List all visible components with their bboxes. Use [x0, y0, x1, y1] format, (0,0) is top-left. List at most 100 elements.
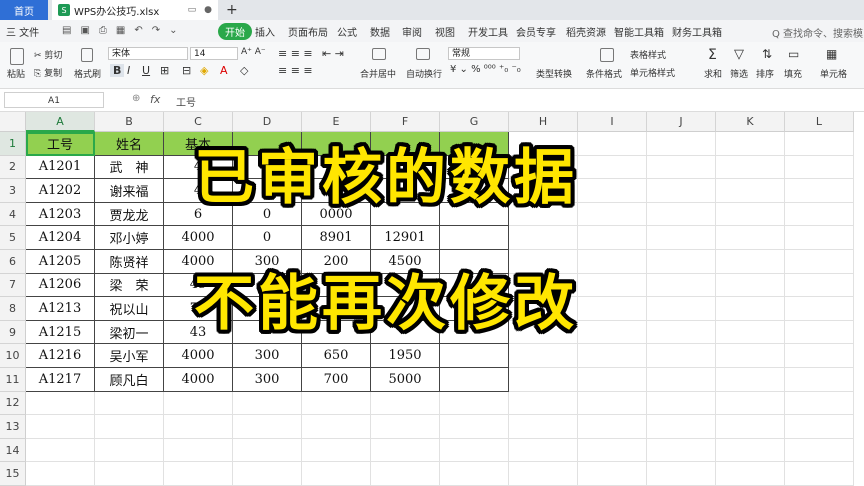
- ribbon-tab[interactable]: 开发工具: [468, 24, 508, 39]
- table-cell[interactable]: [578, 320, 647, 345]
- column-header-b[interactable]: B: [95, 112, 164, 132]
- row-header[interactable]: 5: [0, 226, 26, 250]
- formula-content[interactable]: 工号: [176, 94, 196, 109]
- table-cell[interactable]: [509, 438, 578, 463]
- table-cell[interactable]: 8901: [302, 226, 371, 250]
- table-cell[interactable]: [647, 226, 716, 250]
- table-cell[interactable]: 祝以山: [95, 297, 164, 321]
- table-cell[interactable]: 梁 荣: [95, 273, 164, 298]
- table-cell[interactable]: [26, 391, 95, 416]
- sum-icon[interactable]: Σ: [708, 47, 717, 63]
- table-cell[interactable]: [302, 438, 371, 463]
- table-cell[interactable]: [647, 132, 716, 156]
- table-cell[interactable]: [440, 415, 509, 439]
- table-cell[interactable]: [578, 391, 647, 416]
- table-cell[interactable]: [26, 438, 95, 463]
- table-cell[interactable]: [716, 250, 785, 274]
- table-cell[interactable]: [785, 462, 854, 486]
- table-cell[interactable]: [95, 391, 164, 416]
- table-cell[interactable]: [26, 415, 95, 439]
- table-cell[interactable]: [371, 438, 440, 463]
- chevron-down-icon[interactable]: ⌄: [169, 25, 177, 36]
- table-cell[interactable]: A1213: [26, 297, 95, 321]
- new-tab-button[interactable]: +: [226, 2, 238, 18]
- filter-icon[interactable]: ▽: [734, 47, 744, 62]
- table-cell[interactable]: [302, 415, 371, 439]
- table-cell[interactable]: [647, 415, 716, 439]
- font-grow-icon[interactable]: A⁺ A⁻: [241, 47, 266, 57]
- column-header-k[interactable]: K: [716, 112, 785, 132]
- table-cell[interactable]: A1206: [26, 273, 95, 298]
- table-cell[interactable]: [440, 438, 509, 463]
- table-cell[interactable]: [785, 415, 854, 439]
- row-header[interactable]: 15: [0, 462, 26, 486]
- table-cell[interactable]: 300: [233, 344, 302, 368]
- filter-button[interactable]: 筛选: [730, 67, 748, 80]
- number-format-select[interactable]: 常规: [448, 47, 520, 60]
- table-cell[interactable]: [647, 320, 716, 345]
- ribbon-tab[interactable]: 插入: [255, 24, 275, 39]
- table-cell[interactable]: [164, 462, 233, 486]
- table-cell[interactable]: [785, 250, 854, 274]
- font-color-icon[interactable]: A: [220, 64, 228, 77]
- table-cell[interactable]: [509, 462, 578, 486]
- table-cell[interactable]: [716, 273, 785, 298]
- ribbon-tab[interactable]: 财务工具箱: [672, 24, 722, 39]
- table-cell[interactable]: [785, 344, 854, 368]
- table-cell[interactable]: [371, 415, 440, 439]
- ribbon-tab[interactable]: 开始: [218, 23, 252, 40]
- table-cell[interactable]: [164, 415, 233, 439]
- table-cell[interactable]: [578, 226, 647, 250]
- table-cell[interactable]: [578, 462, 647, 486]
- type-convert-button[interactable]: 类型转换: [536, 67, 572, 80]
- table-cell[interactable]: [716, 415, 785, 439]
- table-cell[interactable]: [785, 202, 854, 227]
- cell-button[interactable]: 单元格: [820, 67, 847, 80]
- table-cell[interactable]: [26, 462, 95, 486]
- merge-icon[interactable]: ⊟: [182, 64, 191, 77]
- fx-icon[interactable]: fx: [150, 93, 160, 106]
- table-cell[interactable]: [647, 202, 716, 227]
- sum-button[interactable]: 求和: [704, 67, 722, 80]
- table-cell[interactable]: [164, 438, 233, 463]
- wrap-text-icon[interactable]: [416, 48, 430, 60]
- row-header[interactable]: 12: [0, 391, 26, 416]
- ribbon-tab[interactable]: 智能工具箱: [614, 24, 664, 39]
- table-cell[interactable]: A1201: [26, 155, 95, 180]
- table-cell[interactable]: [302, 391, 371, 416]
- table-cell[interactable]: [233, 415, 302, 439]
- sort-button[interactable]: 排序: [756, 67, 774, 80]
- column-header-l[interactable]: L: [785, 112, 854, 132]
- table-cell[interactable]: [716, 132, 785, 156]
- font-size-select[interactable]: 14: [190, 47, 238, 60]
- ribbon-tab[interactable]: 审阅: [402, 24, 422, 39]
- table-cell[interactable]: [716, 202, 785, 227]
- table-cell[interactable]: [578, 297, 647, 321]
- table-cell[interactable]: [440, 462, 509, 486]
- table-cell[interactable]: 5000: [371, 368, 440, 392]
- table-cell[interactable]: [233, 462, 302, 486]
- table-cell[interactable]: [578, 273, 647, 298]
- row-header[interactable]: 9: [0, 320, 26, 345]
- row-header[interactable]: 10: [0, 344, 26, 368]
- table-cell[interactable]: A1216: [26, 344, 95, 368]
- table-cell[interactable]: [578, 344, 647, 368]
- table-cell[interactable]: [95, 462, 164, 486]
- table-cell[interactable]: [785, 155, 854, 180]
- table-cell[interactable]: A1217: [26, 368, 95, 392]
- table-cell[interactable]: [785, 179, 854, 203]
- bold-button[interactable]: B: [110, 64, 125, 77]
- table-cell[interactable]: [785, 273, 854, 298]
- table-cell[interactable]: [302, 462, 371, 486]
- italic-button[interactable]: I: [127, 64, 130, 77]
- table-cell[interactable]: [440, 226, 509, 250]
- table-cell[interactable]: [509, 226, 578, 250]
- table-cell[interactable]: [716, 226, 785, 250]
- font-select[interactable]: 宋体: [108, 47, 188, 60]
- table-cell[interactable]: 邓小婷: [95, 226, 164, 250]
- table-cell[interactable]: 顾凡白: [95, 368, 164, 392]
- preview-icon[interactable]: ▦: [116, 25, 125, 36]
- row-header[interactable]: 11: [0, 368, 26, 392]
- copy-button[interactable]: ⎘ 复制: [34, 66, 62, 79]
- table-cell[interactable]: [716, 344, 785, 368]
